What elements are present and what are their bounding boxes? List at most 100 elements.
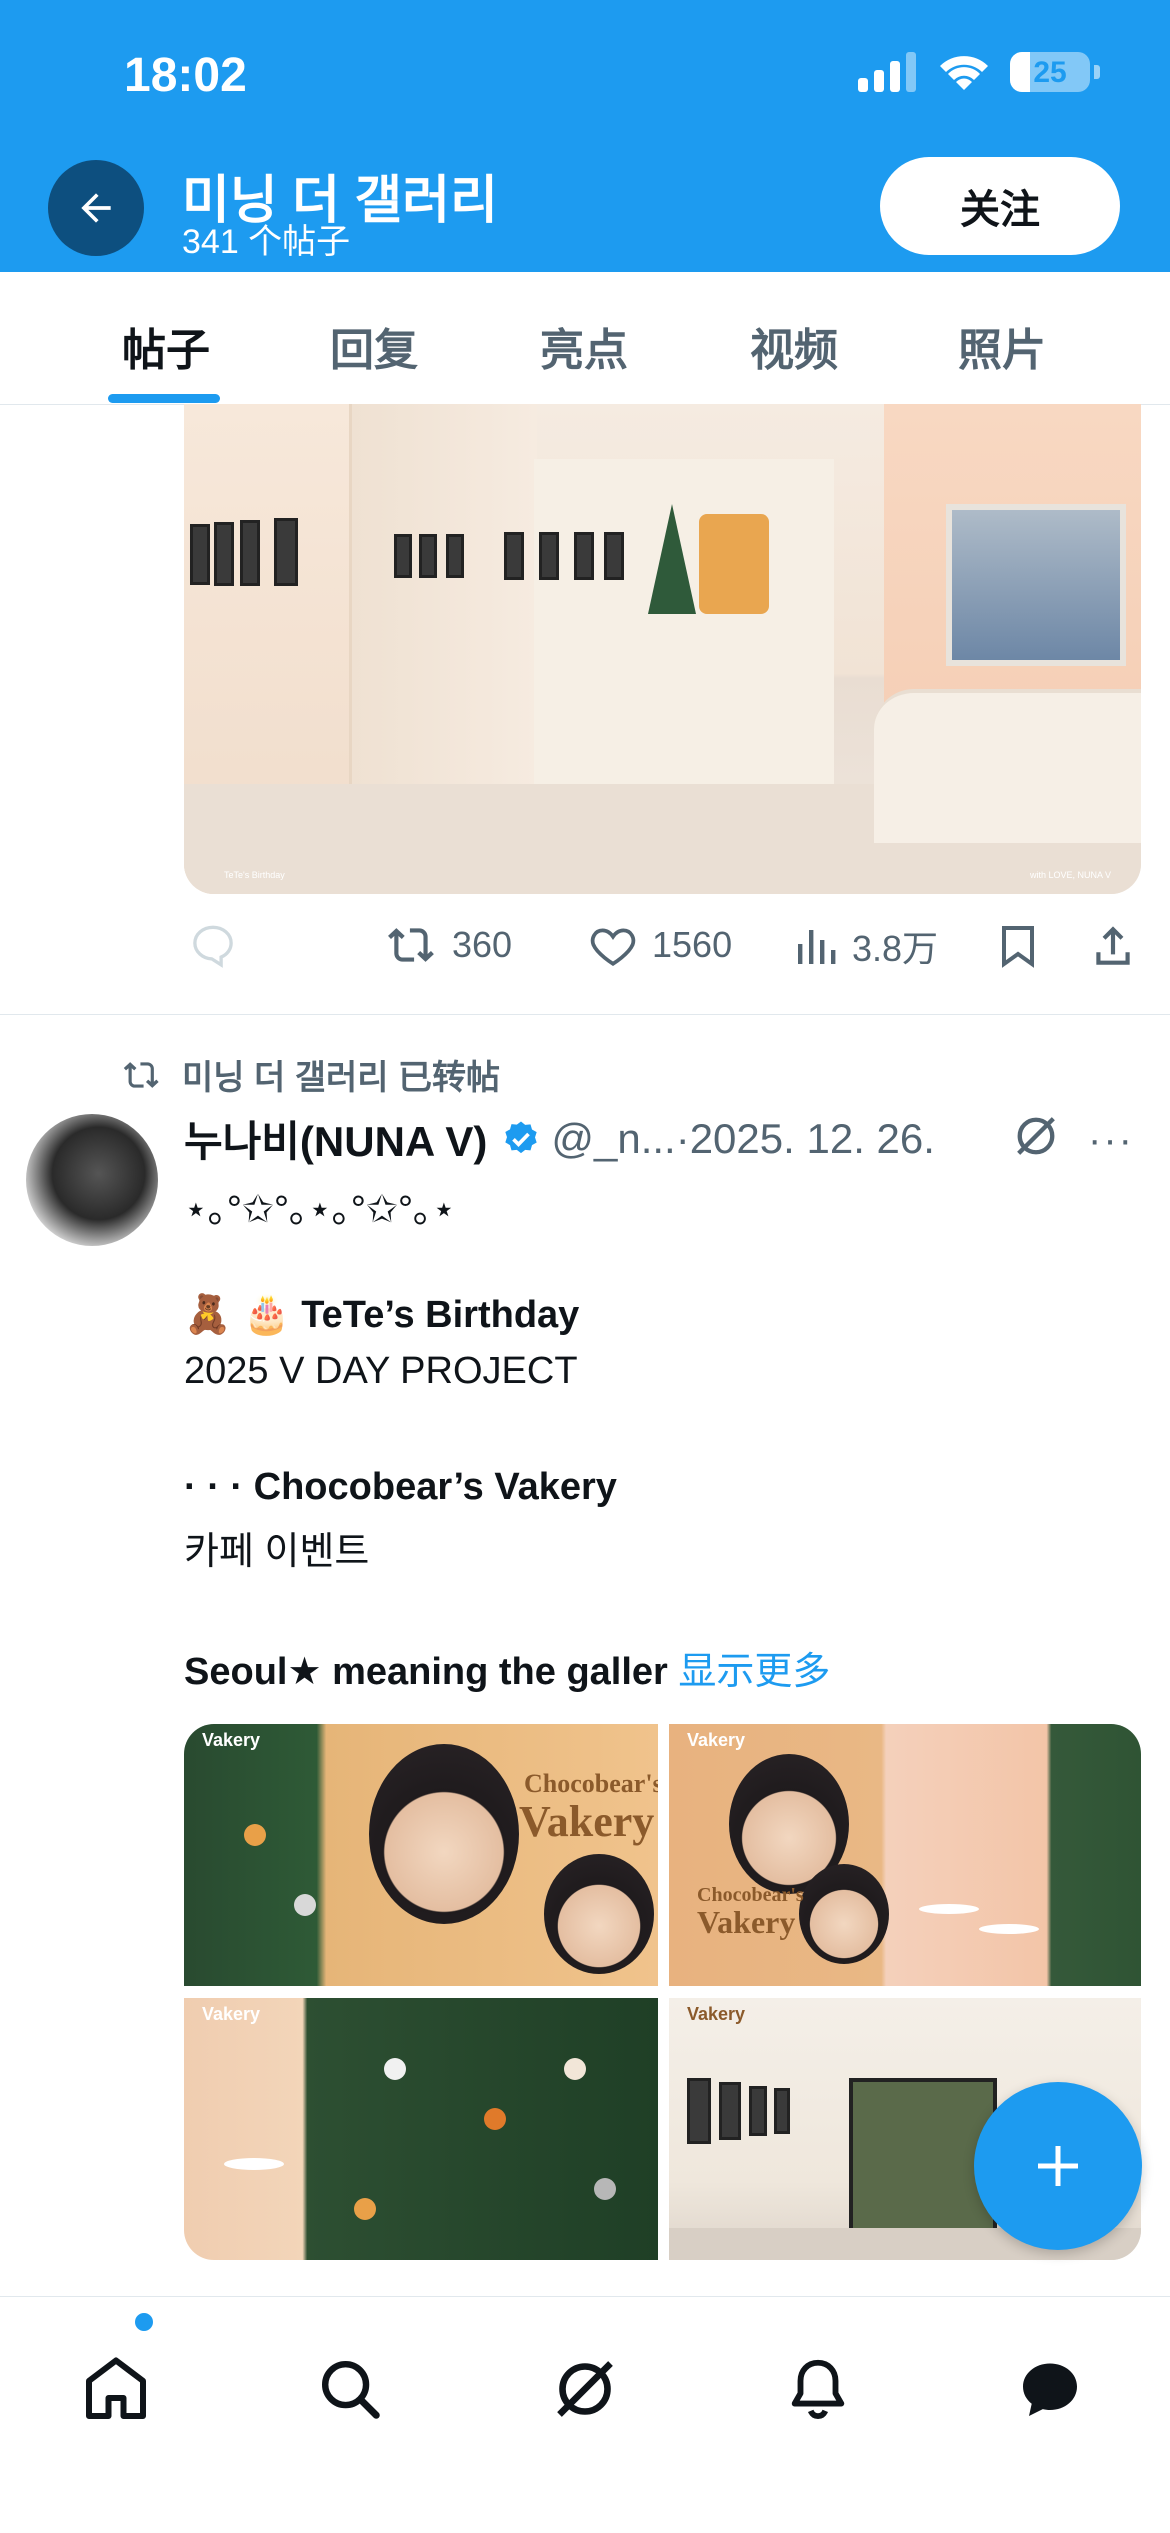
like-button[interactable]: 1560 — [586, 920, 732, 970]
search-icon — [322, 2361, 380, 2419]
grok-nav-icon — [557, 2361, 613, 2417]
image-portrait — [946, 504, 1126, 666]
more-icon[interactable]: ··· — [1088, 1118, 1134, 1163]
author-row: 누나비(NUNA V) @_n... · 2025. 12. 26. — [184, 1108, 935, 1169]
image-frame — [749, 2086, 767, 2136]
repost-line-text: 미닝 더 갤러리 已转帖 — [182, 1059, 501, 1097]
messages-icon — [1023, 2363, 1077, 2416]
image-frame — [687, 2078, 711, 2144]
post-action-bar: 360 1560 3.8万 — [0, 912, 1170, 984]
reply-icon — [193, 925, 233, 968]
author-handle[interactable]: @_n... — [551, 1115, 675, 1163]
reply-button[interactable] — [188, 920, 238, 970]
post-text-birthday: TeTe’s Birthday — [301, 1294, 580, 1336]
post-text-birthday-line: 🧸 🎂 TeTe’s Birthday — [184, 1292, 579, 1337]
battery-level: 25 — [1033, 56, 1067, 89]
image-christmas-tree — [648, 504, 696, 614]
bookmark-icon — [1002, 926, 1034, 968]
nav-notifications[interactable] — [778, 2349, 858, 2429]
image-tag: Vakery — [687, 1730, 746, 1750]
compose-button[interactable] — [974, 2082, 1142, 2250]
image-frame — [774, 2088, 790, 2134]
like-count: 1560 — [652, 924, 733, 965]
tab-highlights[interactable]: 亮点 — [540, 314, 628, 378]
post-text-stars: ⋆｡°✩°｡⋆｡°✩°｡⋆ — [184, 1189, 456, 1231]
author-name[interactable]: 누나비(NUNA V) — [184, 1108, 487, 1169]
post-image-gallery-interior[interactable]: TeTe's Birthday with LOVE, NUNA V — [184, 404, 1141, 894]
image-tag: Vakery — [202, 1730, 261, 1750]
tab-posts[interactable]: 帖子 — [122, 314, 210, 378]
back-arrow-icon — [81, 193, 111, 223]
image-frame — [719, 2082, 741, 2140]
image-cabinet — [874, 689, 1141, 843]
post-count: 341 个帖子 — [182, 223, 351, 261]
image-ornament — [384, 2058, 406, 2080]
image-frame — [419, 534, 437, 578]
author-avatar[interactable] — [26, 1114, 158, 1246]
verified-icon — [505, 1121, 538, 1153]
repost-small-icon — [123, 1061, 159, 1088]
image-card-title-b: Vakery — [519, 1797, 655, 1846]
bear-cake-emoji: 🧸 🎂 — [184, 1292, 291, 1336]
battery-indicator: 25 — [1010, 52, 1090, 92]
image-ornament — [594, 2178, 616, 2200]
show-more-link[interactable]: 显示更多 — [678, 1651, 830, 1693]
grok-icon[interactable] — [1010, 1110, 1062, 1162]
image-frame — [214, 522, 234, 586]
image-face — [369, 1744, 519, 1924]
image-table — [919, 1904, 979, 1914]
status-time: 18:02 — [124, 49, 247, 102]
tab-replies[interactable]: 回复 — [330, 314, 418, 378]
post-text-project: 2025 V DAY PROJECT — [184, 1350, 578, 1392]
post-divider — [0, 1014, 1170, 1015]
home-icon — [86, 2357, 146, 2419]
image-face — [799, 1864, 889, 1964]
post-text-vakery-line: · · · Chocobear’s Vakery — [184, 1466, 617, 1509]
image-tag: Vakery — [687, 2004, 746, 2024]
views-icon — [798, 930, 836, 964]
image-frame — [274, 518, 298, 586]
nav-search[interactable] — [310, 2349, 390, 2429]
tab-videos[interactable]: 视频 — [750, 314, 838, 378]
profile-tabs: 帖子 回复 亮点 视频 照片 — [0, 272, 1170, 405]
image-caption-left: TeTe's Birthday — [224, 870, 285, 880]
share-button[interactable] — [1088, 920, 1138, 972]
image-ornament — [564, 2058, 586, 2080]
nav-home[interactable] — [76, 2349, 156, 2429]
home-notification-dot — [132, 2310, 156, 2334]
image-frame — [190, 524, 210, 585]
repost-button[interactable]: 360 — [384, 920, 512, 970]
wifi-icon — [940, 56, 988, 90]
post-image-3[interactable]: Vakery — [184, 1998, 658, 2260]
like-icon — [590, 928, 636, 966]
image-table — [979, 1924, 1039, 1934]
post-date[interactable]: 2025. 12. 26. — [690, 1115, 935, 1163]
bookmark-button[interactable] — [994, 920, 1042, 972]
post-text-seoul-line: Seoul★ meaning the galler 显示更多 — [184, 1640, 830, 1695]
nav-messages[interactable] — [1010, 2349, 1090, 2429]
nav-grok[interactable] — [545, 2349, 625, 2429]
image-card-title-b: Vakery — [697, 1904, 796, 1940]
battery-cap — [1094, 65, 1100, 79]
image-frame — [574, 532, 594, 580]
meta-separator: · — [675, 1114, 690, 1162]
follow-button[interactable]: 关注 — [880, 157, 1120, 255]
share-icon — [1096, 926, 1130, 965]
image-frame — [446, 534, 464, 578]
repost-icon — [388, 928, 434, 962]
back-button[interactable] — [48, 160, 144, 256]
image-card-title-a: Chocobear's — [524, 1769, 658, 1798]
repost-count: 360 — [452, 924, 513, 965]
post-image-1[interactable]: Vakery Chocobear's Vakery — [184, 1724, 658, 1986]
image-caption-right: with LOVE, NUNA V — [1029, 870, 1111, 880]
tab-photos[interactable]: 照片 — [958, 314, 1046, 378]
image-ornament — [354, 2198, 376, 2220]
image-face — [544, 1854, 654, 1974]
post-text-dots: · · · — [184, 1466, 244, 1508]
bell-icon — [791, 2359, 845, 2420]
post-image-2[interactable]: Vakery Chocobear's Vakery — [669, 1724, 1141, 1986]
image-poster — [699, 514, 769, 614]
status-icons: 25 — [858, 52, 1100, 92]
views-button[interactable]: 3.8万 — [792, 920, 938, 972]
image-frame — [394, 534, 412, 578]
